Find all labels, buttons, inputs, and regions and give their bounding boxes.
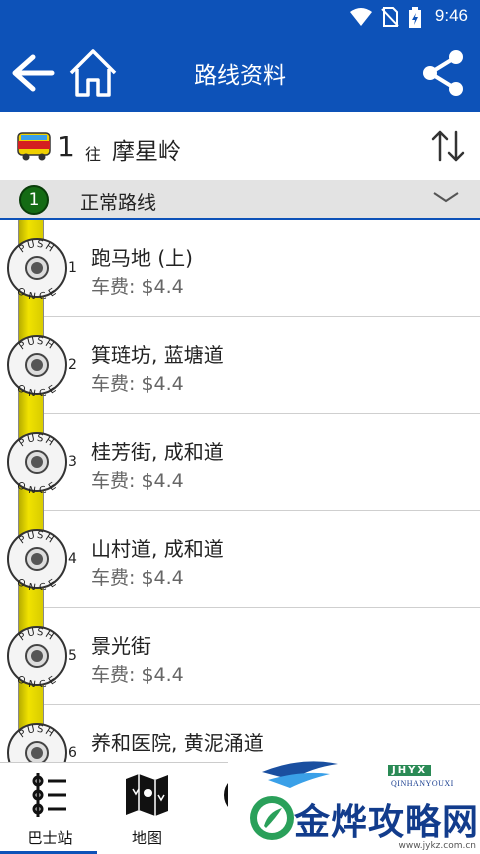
watermark-logo: JHYX QINHANYOUXI 金烨攻略网 www.jykz.com.cn: [228, 756, 480, 853]
stop-fare: 车费: $4.4: [91, 470, 184, 492]
wifi-icon: [350, 8, 372, 26]
battery-charging-icon: [409, 7, 421, 28]
stop-index: 4: [68, 551, 77, 567]
tab-label: 地图: [131, 829, 162, 847]
clock-time: 9:46: [434, 6, 468, 25]
no-sim-icon: [381, 7, 399, 27]
stop-index: 5: [68, 648, 77, 664]
route-number: 1: [57, 130, 75, 163]
watermark-url: www.jykz.com.cn: [398, 841, 476, 851]
stop-name: 景光街: [91, 634, 151, 658]
chevron-down-icon: [433, 192, 459, 203]
push-once-button-icon: PUSHONCE: [7, 238, 67, 299]
stop-row[interactable]: PUSH ONCE 5 景光街车费: $4.4: [0, 608, 480, 705]
variant-name: 正常路线: [80, 192, 157, 214]
bus-stop-list-icon: [32, 773, 66, 817]
stop-row[interactable]: PUSH ONCE 3 桂芳街, 成和道 车费: $4.4: [0, 414, 480, 511]
page-title: 路线资料: [194, 63, 286, 89]
stop-index: 3: [68, 454, 77, 470]
tab-map[interactable]: 地图: [97, 763, 197, 854]
tab-label: 巴士站: [27, 829, 73, 847]
status-bar: 9:46: [0, 0, 480, 34]
stop-row[interactable]: PUSHONCE6养和医院, 黄泥涌道车费: $4.4: [0, 705, 480, 762]
stop-fare: 车费: $4.4: [91, 276, 184, 298]
swap-direction-button[interactable]: [430, 128, 466, 164]
stop-fare: 车费: $4.4: [91, 664, 184, 686]
app-bar: 路线资料: [0, 34, 480, 112]
watermark-chinese: 金烨攻略网: [294, 802, 480, 843]
stop-fare: 车费: $4.4: [91, 373, 184, 395]
stop-row[interactable]: PUSH ONCE 1 跑马地 (上) 车费: $4.4: [0, 220, 480, 317]
stop-name: 养和医院, 黄泥涌道: [91, 731, 264, 755]
share-icon: [423, 50, 463, 96]
variant-badge: 1: [19, 185, 49, 215]
route-variant-header[interactable]: 1 正常路线: [0, 180, 480, 220]
push-once-button-icon: PUSHONCE: [7, 529, 67, 590]
bus-icon: [17, 132, 51, 161]
stop-index: 6: [68, 745, 77, 761]
stop-name: 跑马地 (上): [91, 246, 193, 270]
stop-index: 2: [68, 357, 77, 373]
watermark-english: QINHANYOUXI: [391, 779, 454, 788]
push-once-button-icon: PUSHONCE: [7, 335, 67, 396]
watermark-code: JHYX: [388, 765, 432, 776]
push-once-button-icon: PUSHONCE: [7, 626, 67, 687]
stop-fare: 车费: $4.4: [91, 567, 184, 589]
push-once-button-icon: PUSHONCE: [7, 432, 67, 493]
share-button[interactable]: [414, 44, 472, 102]
route-header: 1 往 摩星岭: [0, 112, 480, 180]
stop-list[interactable]: PUSH ONCE 1 跑马地 (上) 车费: $4.4 PUSH ONCE 2 箕琏坊, 蓝塘…: [0, 220, 480, 762]
stop-name: 山村道, 成和道: [91, 537, 224, 561]
tab-bus-stops[interactable]: 巴士站: [0, 763, 100, 854]
route-destination: 摩星岭: [112, 139, 181, 165]
stop-row[interactable]: PUSH ONCE 2 箕琏坊, 蓝塘道 车费: $4.4: [0, 317, 480, 414]
push-once-button-icon: PUSHONCE: [7, 723, 67, 762]
stop-index: 1: [68, 260, 77, 276]
swap-direction-icon: [431, 130, 465, 162]
stop-name: 桂芳街, 成和道: [91, 440, 224, 464]
direction-word: 往: [85, 145, 102, 164]
stop-name: 箕琏坊, 蓝塘道: [91, 343, 224, 367]
stop-row[interactable]: PUSH ONCE 4 山村道, 成和道 车费: $4.4: [0, 511, 480, 608]
map-icon: [126, 774, 168, 816]
